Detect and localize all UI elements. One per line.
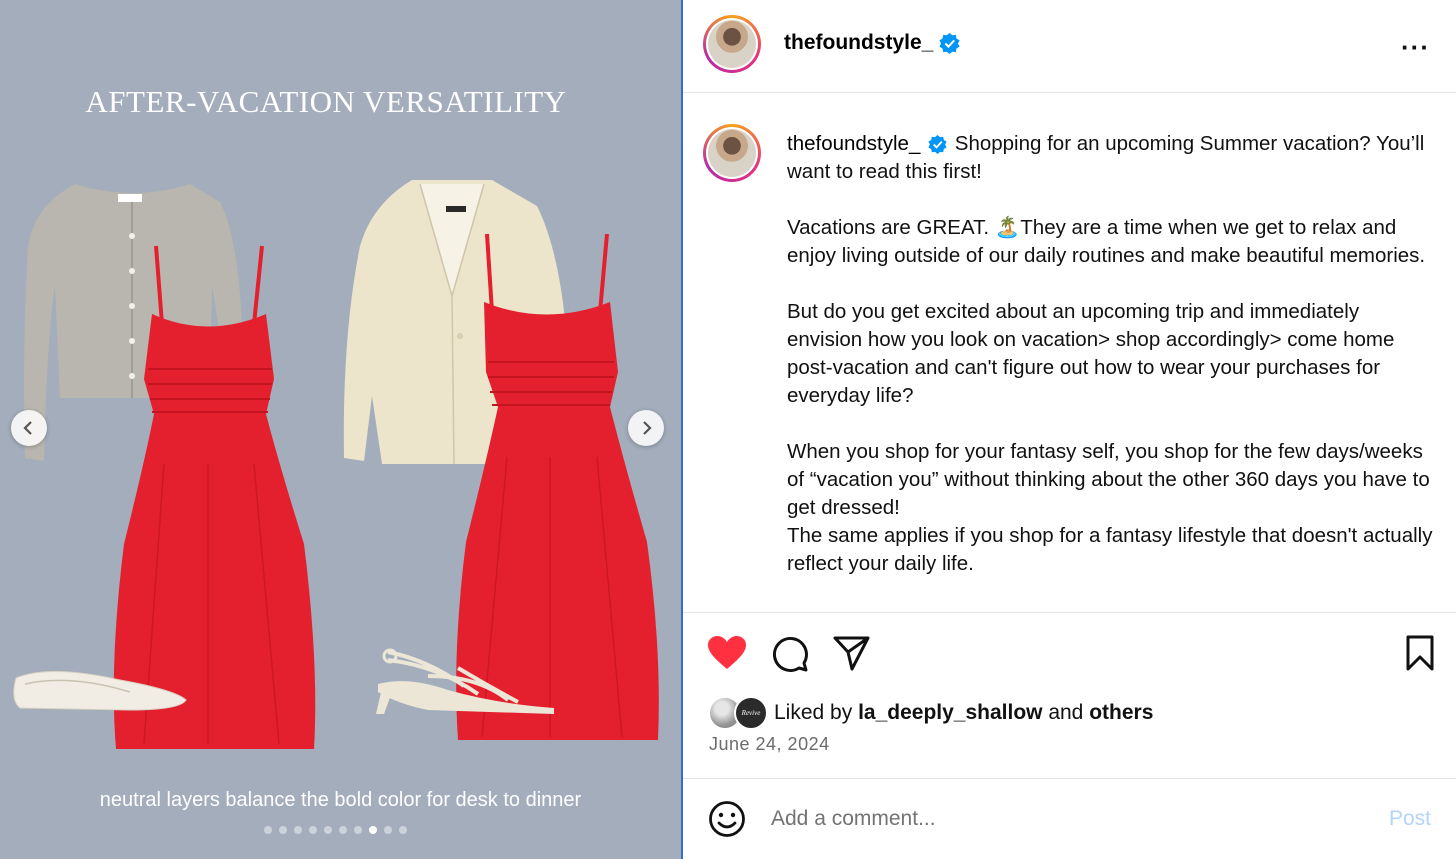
likes-conj: and	[1048, 701, 1084, 724]
post-header: thefoundstyle_ ···	[683, 0, 1456, 93]
carousel-dot[interactable]	[294, 826, 302, 834]
carousel-next-button[interactable]	[628, 410, 664, 446]
caption-avatar[interactable]	[703, 124, 761, 182]
caption-paragraph: Vacations are GREAT. 🏝️They are a time w…	[787, 216, 1426, 267]
avatar-photo	[708, 129, 756, 177]
heart-icon[interactable]	[707, 635, 747, 671]
carousel-dot[interactable]	[309, 826, 317, 834]
strappy-sandal-illustration	[376, 648, 554, 714]
chevron-left-icon	[23, 421, 32, 435]
share-icon[interactable]	[833, 635, 871, 671]
emoji-icon[interactable]	[708, 800, 746, 838]
carousel-dots	[264, 826, 407, 834]
carousel-dot[interactable]	[324, 826, 332, 834]
carousel-dot[interactable]	[369, 826, 377, 834]
carousel-image: AFTER-VACATION VERSATILITY neutral layer…	[0, 0, 681, 859]
carousel-prev-button[interactable]	[11, 410, 47, 446]
slide-caption: neutral layers balance the bold color fo…	[99, 789, 582, 811]
post-date: June 24, 2024	[709, 734, 830, 754]
carousel-dot[interactable]	[279, 826, 287, 834]
caption-paragraph: The same applies if you shop for a fanta…	[787, 524, 1433, 575]
comment-bar: Add a comment... Post	[683, 779, 1456, 859]
chevron-right-icon	[643, 421, 652, 435]
post-caption: thefoundstyle_ Shopping for an upcoming …	[787, 130, 1437, 578]
likes-user-link[interactable]: la_deeply_shallow	[858, 701, 1042, 725]
comment-icon[interactable]	[771, 635, 809, 673]
post-comment-button[interactable]: Post	[1389, 807, 1431, 831]
caption-paragraph: When you shop for your fantasy self, you…	[787, 440, 1430, 519]
liker-avatar-revive: Revive	[734, 696, 768, 730]
bookmark-icon[interactable]	[1405, 635, 1435, 671]
more-options-icon[interactable]: ···	[1401, 32, 1430, 63]
likes-summary: Revive Liked by la_deeply_shallow and ot…	[708, 696, 1153, 730]
caption-paragraph: But do you get excited about an upcoming…	[787, 300, 1395, 407]
carousel-dot[interactable]	[264, 826, 272, 834]
carousel-dot[interactable]	[399, 826, 407, 834]
avatar-photo	[708, 20, 756, 68]
header-avatar[interactable]	[703, 15, 761, 73]
comment-input[interactable]: Add a comment...	[771, 807, 936, 831]
verified-badge-icon	[939, 32, 960, 54]
likes-others-link[interactable]: others	[1089, 701, 1153, 725]
header-username[interactable]: thefoundstyle_	[784, 31, 933, 55]
carousel-dot[interactable]	[384, 826, 392, 834]
carousel-dot[interactable]	[354, 826, 362, 834]
verified-badge-icon	[928, 135, 947, 155]
slide-title: AFTER-VACATION VERSATILITY	[85, 84, 567, 119]
white-flat-shoe-illustration	[13, 670, 187, 711]
post-panel: thefoundstyle_ ··· thefoundstyle_ Shoppi…	[683, 0, 1456, 859]
liker-avatar-text: Revive	[741, 709, 761, 717]
caption-username[interactable]: thefoundstyle_	[787, 132, 920, 155]
likes-prefix: Liked by	[774, 701, 853, 724]
carousel-dot[interactable]	[339, 826, 347, 834]
action-bar	[683, 613, 1456, 693]
